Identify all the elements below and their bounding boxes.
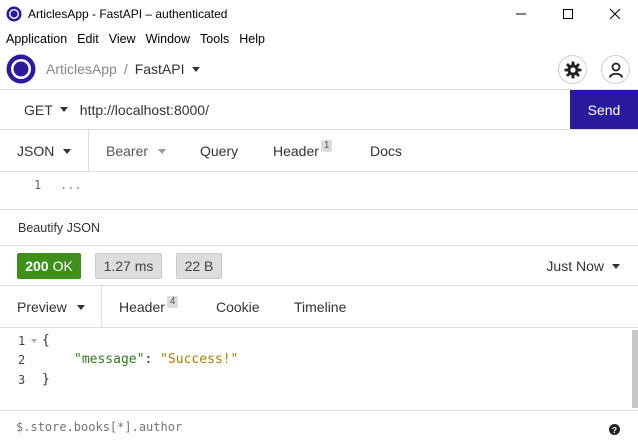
tab-label: Header xyxy=(273,143,319,159)
tab-preview[interactable]: Preview xyxy=(0,286,102,328)
close-icon xyxy=(609,8,620,20)
minimize-button[interactable] xyxy=(497,0,544,28)
window-title: ArticlesApp - FastAPI – authenticated xyxy=(28,7,228,21)
response-filter-bar: ? xyxy=(0,410,638,443)
response-time-badge: 1.27 ms xyxy=(95,253,162,279)
vertical-scrollbar[interactable] xyxy=(632,330,638,408)
tab-query[interactable]: Query xyxy=(200,130,238,172)
tab-timeline[interactable]: Timeline xyxy=(294,286,346,328)
settings-button[interactable] xyxy=(558,55,587,84)
method-selector[interactable]: GET xyxy=(0,102,68,118)
chevron-down-icon xyxy=(76,304,85,310)
beautify-json-button[interactable]: Beautify JSON xyxy=(18,221,100,235)
fold-arrow-icon[interactable] xyxy=(31,339,37,343)
environment-selector[interactable]: FastAPI xyxy=(135,61,185,77)
tab-docs[interactable]: Docs xyxy=(370,130,402,172)
line-number: 1 xyxy=(34,178,42,192)
window-titlebar: ArticlesApp - FastAPI – authenticated xyxy=(0,0,638,28)
history-label: Just Now xyxy=(546,258,604,274)
line-number: 2 xyxy=(18,353,26,367)
json-line: "message": "Success!" xyxy=(74,352,238,367)
account-button[interactable] xyxy=(601,55,630,84)
tab-label: JSON xyxy=(17,143,55,159)
tab-label: Bearer xyxy=(106,143,149,159)
app-logo-icon[interactable] xyxy=(6,54,36,84)
tab-label: Preview xyxy=(17,299,67,315)
menu-help[interactable]: Help xyxy=(234,32,270,46)
tab-body-json[interactable]: JSON xyxy=(0,130,89,172)
json-string-value: "Success!" xyxy=(160,352,239,367)
response-history-dropdown[interactable]: Just Now xyxy=(546,246,620,286)
tab-auth-bearer[interactable]: Bearer xyxy=(106,130,167,172)
json-key: "message" xyxy=(74,352,145,367)
method-label: GET xyxy=(24,101,53,118)
account-icon xyxy=(608,62,623,78)
tab-label: Header xyxy=(119,299,165,315)
status-text: OK xyxy=(52,258,73,274)
menu-edit[interactable]: Edit xyxy=(72,32,104,46)
tab-response-header[interactable]: Header 4 xyxy=(119,286,179,328)
response-tabs: Preview Header 4 Cookie Timeline xyxy=(0,286,638,328)
request-url-bar: GET Send xyxy=(0,90,638,130)
status-badge: 200 OK xyxy=(17,253,81,279)
chevron-down-icon xyxy=(63,148,72,154)
status-code: 200 xyxy=(25,258,49,274)
maximize-icon xyxy=(562,9,573,19)
count-badge: 1 xyxy=(320,140,333,152)
response-status-bar: 200 OK 1.27 ms 22 B Just Now xyxy=(0,246,638,286)
chevron-down-icon[interactable] xyxy=(191,66,200,72)
count-badge: 4 xyxy=(166,296,179,308)
app-header: ArticlesApp / FastAPI xyxy=(0,50,638,90)
tab-cookie[interactable]: Cookie xyxy=(216,286,260,328)
chevron-down-icon xyxy=(612,263,620,269)
chevron-down-icon xyxy=(158,148,167,154)
send-button[interactable]: Send xyxy=(570,90,638,129)
json-close-brace: } xyxy=(42,372,50,387)
menu-view[interactable]: View xyxy=(104,32,141,46)
help-icon[interactable]: ? xyxy=(609,424,620,435)
close-button[interactable] xyxy=(591,0,638,28)
tab-header[interactable]: Header 1 xyxy=(273,130,333,172)
request-tabs: JSON Bearer Query Header 1 Docs xyxy=(0,130,638,172)
url-input[interactable] xyxy=(79,101,520,118)
line-number: 3 xyxy=(18,373,26,387)
response-filter-input[interactable] xyxy=(16,420,416,434)
menu-window[interactable]: Window xyxy=(141,32,195,46)
response-size-badge: 22 B xyxy=(176,253,222,279)
chevron-down-icon xyxy=(59,107,68,112)
response-body-viewer[interactable]: 1 { 2 "message": "Success!" 3 } xyxy=(0,328,638,408)
breadcrumb-app[interactable]: ArticlesApp xyxy=(46,61,117,77)
menu-tools[interactable]: Tools xyxy=(195,32,234,46)
folded-content[interactable]: ... xyxy=(60,178,82,192)
app-logo-icon xyxy=(6,6,22,22)
breadcrumb: ArticlesApp / FastAPI xyxy=(46,50,200,88)
settings-gear-icon xyxy=(564,61,581,78)
window-controls xyxy=(497,0,638,28)
menu-bar: Application Edit View Window Tools Help xyxy=(0,28,638,50)
json-colon: : xyxy=(144,352,161,367)
request-body-editor[interactable]: 1 ... xyxy=(0,172,638,210)
minimize-icon xyxy=(515,13,526,15)
breadcrumb-separator: / xyxy=(123,61,128,77)
menu-application[interactable]: Application xyxy=(0,32,72,46)
line-number: 1 xyxy=(18,334,26,348)
maximize-button[interactable] xyxy=(544,0,591,28)
json-open-brace: { xyxy=(42,333,50,348)
